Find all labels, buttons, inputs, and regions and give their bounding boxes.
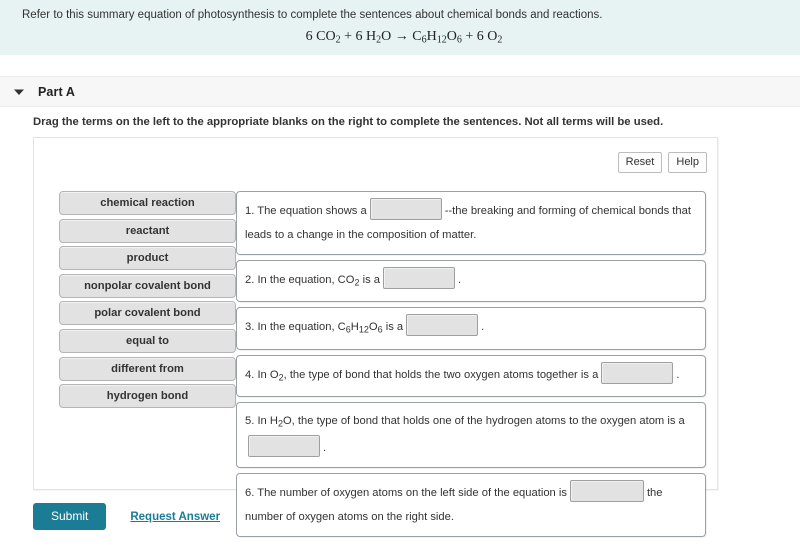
sentence-item-1: 1. The equation shows a --the breaking an… bbox=[236, 191, 706, 255]
sentence-lead-cont: , the type of bond that holds the two ox… bbox=[283, 368, 599, 381]
sentence-tail: . bbox=[676, 368, 680, 381]
drop-blank-6[interactable] bbox=[569, 480, 644, 502]
equation-part-5: O bbox=[446, 29, 457, 44]
prompt-text: Refer to this summary equation of photos… bbox=[22, 9, 603, 21]
term-label: nonpolar covalent bond bbox=[84, 279, 211, 292]
help-button[interactable]: Help bbox=[668, 152, 707, 173]
term-tile[interactable]: reactant bbox=[59, 218, 236, 243]
equation-sub-6: 2 bbox=[497, 34, 503, 46]
prompt-banner: Refer to this summary equation of photos… bbox=[0, 0, 800, 55]
term-label: hydrogen bond bbox=[106, 390, 189, 403]
request-answer-link[interactable]: Request Answer bbox=[130, 511, 220, 523]
sentence-lead: 4. In O bbox=[245, 368, 279, 381]
equation-part-3: O → C bbox=[381, 29, 422, 44]
sentence-tail: . bbox=[481, 321, 485, 334]
sentence-item-2: 2. In the equation, CO2 is a. bbox=[236, 260, 706, 303]
sentence-tail: . bbox=[323, 442, 327, 454]
drop-blank-1[interactable] bbox=[369, 198, 442, 220]
term-label: product bbox=[126, 252, 169, 265]
equation-sub-4: 12 bbox=[436, 34, 447, 46]
sentence-lead-cont: is a bbox=[382, 321, 404, 334]
term-bank: chemical reaction reactant product nonpo… bbox=[59, 191, 236, 412]
sentence-lead: 6. The number of oxygen atoms on the lef… bbox=[245, 487, 567, 499]
sentence-mid-2: O bbox=[368, 321, 378, 334]
equation-part-2: + 6 H bbox=[340, 29, 377, 44]
equation-part-6: + 6 O bbox=[461, 29, 498, 44]
part-a-title: Part A bbox=[38, 84, 75, 99]
term-tile[interactable]: different from bbox=[59, 356, 236, 381]
part-a-header[interactable]: Part A bbox=[0, 76, 800, 107]
term-tile[interactable]: product bbox=[59, 246, 236, 271]
term-tile[interactable]: hydrogen bond bbox=[59, 384, 236, 409]
term-label: equal to bbox=[126, 334, 169, 347]
sentence-subscript: 12 bbox=[358, 324, 369, 335]
term-tile[interactable]: polar covalent bond bbox=[59, 301, 236, 326]
term-tile[interactable]: equal to bbox=[59, 328, 236, 353]
sentence-lead: 3. In the equation, C bbox=[245, 321, 346, 334]
sentence-tail: . bbox=[458, 274, 462, 286]
equation-part-4: H bbox=[426, 29, 437, 44]
sentence-lead: 2. In the equation, CO bbox=[245, 274, 355, 286]
term-tile[interactable]: chemical reaction bbox=[59, 191, 236, 215]
footer-actions: Submit Request Answer bbox=[33, 503, 220, 530]
reset-button[interactable]: Reset bbox=[617, 152, 663, 173]
term-label: different from bbox=[111, 362, 184, 375]
term-label: reactant bbox=[125, 224, 170, 237]
sentence-item-3: 3. In the equation, C6H12O6 is a. bbox=[236, 307, 706, 350]
submit-button[interactable]: Submit bbox=[33, 503, 107, 530]
sentence-list: 1. The equation shows a --the breaking an… bbox=[236, 191, 706, 542]
instruction-text: Drag the terms on the left to the approp… bbox=[33, 116, 664, 128]
drop-blank-3[interactable] bbox=[406, 314, 479, 337]
equation-part-1: 6 CO bbox=[305, 29, 336, 44]
sentence-lead: 1. The equation shows a bbox=[245, 205, 367, 217]
page-root: Refer to this summary equation of photos… bbox=[0, 0, 800, 547]
sentence-item-6: 6. The number of oxygen atoms on the lef… bbox=[236, 473, 706, 537]
chevron-down-icon[interactable] bbox=[14, 87, 24, 97]
term-label: chemical reaction bbox=[100, 197, 195, 209]
term-tile[interactable]: nonpolar covalent bond bbox=[59, 273, 236, 298]
tool-row: Reset Help bbox=[617, 152, 707, 173]
drop-blank-2[interactable] bbox=[383, 267, 456, 289]
drop-blank-4[interactable] bbox=[601, 361, 674, 384]
sentence-lead-cont: O, the type of bond that holds one of th… bbox=[282, 414, 685, 427]
photosynthesis-equation: 6 CO2 + 6 H2O → C6H12O6 + 6 O2 bbox=[22, 27, 786, 51]
sentence-item-5: 5. In H2O, the type of bond that holds o… bbox=[236, 401, 706, 468]
sentence-lead: 5. In H bbox=[245, 414, 278, 427]
sentence-mid-1: H bbox=[350, 321, 359, 334]
drop-blank-5[interactable] bbox=[248, 435, 320, 457]
sentence-item-4: 4. In O2, the type of bond that holds th… bbox=[236, 354, 706, 397]
term-label: polar covalent bond bbox=[94, 307, 201, 320]
exercise-container: Reset Help chemical reaction reactant pr… bbox=[33, 137, 718, 537]
sentence-lead-cont: is a bbox=[359, 274, 381, 286]
